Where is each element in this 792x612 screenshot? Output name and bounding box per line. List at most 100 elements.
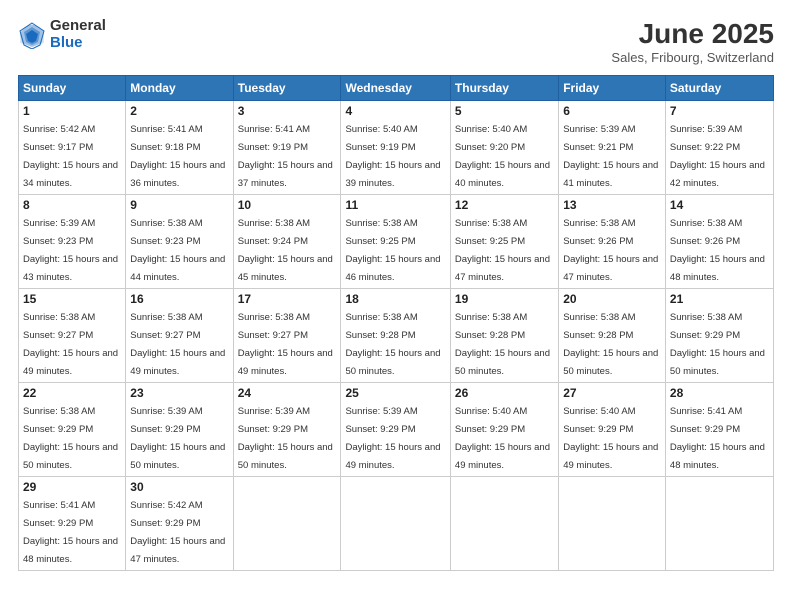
day-info: Sunrise: 5:38 AMSunset: 9:25 PMDaylight:…	[345, 218, 440, 283]
day-number: 6	[563, 104, 661, 118]
th-tuesday: Tuesday	[233, 76, 341, 101]
calendar-table: Sunday Monday Tuesday Wednesday Thursday…	[18, 75, 774, 571]
calendar-week-4: 29 Sunrise: 5:41 AMSunset: 9:29 PMDaylig…	[19, 477, 774, 571]
page: General Blue June 2025 Sales, Fribourg, …	[0, 0, 792, 612]
table-row: 16 Sunrise: 5:38 AMSunset: 9:27 PMDaylig…	[126, 289, 233, 383]
th-thursday: Thursday	[450, 76, 558, 101]
table-row: 27 Sunrise: 5:40 AMSunset: 9:29 PMDaylig…	[559, 383, 666, 477]
day-number: 27	[563, 386, 661, 400]
logo-icon	[18, 21, 46, 49]
th-wednesday: Wednesday	[341, 76, 450, 101]
day-info: Sunrise: 5:38 AMSunset: 9:28 PMDaylight:…	[345, 312, 440, 377]
table-row: 7 Sunrise: 5:39 AMSunset: 9:22 PMDayligh…	[665, 101, 773, 195]
th-sunday: Sunday	[19, 76, 126, 101]
day-info: Sunrise: 5:41 AMSunset: 9:18 PMDaylight:…	[130, 124, 225, 189]
table-row	[450, 477, 558, 571]
table-row: 29 Sunrise: 5:41 AMSunset: 9:29 PMDaylig…	[19, 477, 126, 571]
day-info: Sunrise: 5:41 AMSunset: 9:19 PMDaylight:…	[238, 124, 333, 189]
header: General Blue June 2025 Sales, Fribourg, …	[18, 18, 774, 65]
day-number: 3	[238, 104, 337, 118]
table-row: 18 Sunrise: 5:38 AMSunset: 9:28 PMDaylig…	[341, 289, 450, 383]
day-info: Sunrise: 5:38 AMSunset: 9:27 PMDaylight:…	[23, 312, 118, 377]
table-row: 13 Sunrise: 5:38 AMSunset: 9:26 PMDaylig…	[559, 195, 666, 289]
table-row: 17 Sunrise: 5:38 AMSunset: 9:27 PMDaylig…	[233, 289, 341, 383]
day-number: 12	[455, 198, 554, 212]
day-info: Sunrise: 5:42 AMSunset: 9:29 PMDaylight:…	[130, 500, 225, 565]
table-row: 24 Sunrise: 5:39 AMSunset: 9:29 PMDaylig…	[233, 383, 341, 477]
day-info: Sunrise: 5:38 AMSunset: 9:27 PMDaylight:…	[238, 312, 333, 377]
day-info: Sunrise: 5:40 AMSunset: 9:19 PMDaylight:…	[345, 124, 440, 189]
calendar-title: June 2025	[611, 18, 774, 50]
day-info: Sunrise: 5:38 AMSunset: 9:26 PMDaylight:…	[670, 218, 765, 283]
table-row: 6 Sunrise: 5:39 AMSunset: 9:21 PMDayligh…	[559, 101, 666, 195]
day-number: 7	[670, 104, 769, 118]
day-number: 5	[455, 104, 554, 118]
day-number: 28	[670, 386, 769, 400]
logo-text: General Blue	[50, 18, 106, 51]
title-block: June 2025 Sales, Fribourg, Switzerland	[611, 18, 774, 65]
day-number: 10	[238, 198, 337, 212]
day-info: Sunrise: 5:41 AMSunset: 9:29 PMDaylight:…	[23, 500, 118, 565]
day-number: 17	[238, 292, 337, 306]
table-row: 2 Sunrise: 5:41 AMSunset: 9:18 PMDayligh…	[126, 101, 233, 195]
table-row: 5 Sunrise: 5:40 AMSunset: 9:20 PMDayligh…	[450, 101, 558, 195]
day-number: 24	[238, 386, 337, 400]
day-number: 15	[23, 292, 121, 306]
day-info: Sunrise: 5:38 AMSunset: 9:26 PMDaylight:…	[563, 218, 658, 283]
day-number: 1	[23, 104, 121, 118]
day-number: 29	[23, 480, 121, 494]
table-row	[559, 477, 666, 571]
table-row	[341, 477, 450, 571]
day-number: 11	[345, 198, 445, 212]
day-info: Sunrise: 5:41 AMSunset: 9:29 PMDaylight:…	[670, 406, 765, 471]
day-info: Sunrise: 5:38 AMSunset: 9:24 PMDaylight:…	[238, 218, 333, 283]
day-info: Sunrise: 5:42 AMSunset: 9:17 PMDaylight:…	[23, 124, 118, 189]
logo-blue: Blue	[50, 35, 106, 52]
table-row: 9 Sunrise: 5:38 AMSunset: 9:23 PMDayligh…	[126, 195, 233, 289]
header-row: Sunday Monday Tuesday Wednesday Thursday…	[19, 76, 774, 101]
table-row	[665, 477, 773, 571]
calendar-week-1: 8 Sunrise: 5:39 AMSunset: 9:23 PMDayligh…	[19, 195, 774, 289]
table-row: 12 Sunrise: 5:38 AMSunset: 9:25 PMDaylig…	[450, 195, 558, 289]
th-saturday: Saturday	[665, 76, 773, 101]
logo-general: General	[50, 18, 106, 35]
calendar-week-3: 22 Sunrise: 5:38 AMSunset: 9:29 PMDaylig…	[19, 383, 774, 477]
day-info: Sunrise: 5:38 AMSunset: 9:23 PMDaylight:…	[130, 218, 225, 283]
calendar-subtitle: Sales, Fribourg, Switzerland	[611, 50, 774, 65]
day-info: Sunrise: 5:38 AMSunset: 9:28 PMDaylight:…	[455, 312, 550, 377]
table-row: 14 Sunrise: 5:38 AMSunset: 9:26 PMDaylig…	[665, 195, 773, 289]
day-info: Sunrise: 5:39 AMSunset: 9:29 PMDaylight:…	[130, 406, 225, 471]
day-number: 8	[23, 198, 121, 212]
day-info: Sunrise: 5:38 AMSunset: 9:29 PMDaylight:…	[23, 406, 118, 471]
day-number: 4	[345, 104, 445, 118]
table-row: 15 Sunrise: 5:38 AMSunset: 9:27 PMDaylig…	[19, 289, 126, 383]
day-number: 25	[345, 386, 445, 400]
day-number: 18	[345, 292, 445, 306]
table-row: 30 Sunrise: 5:42 AMSunset: 9:29 PMDaylig…	[126, 477, 233, 571]
table-row: 11 Sunrise: 5:38 AMSunset: 9:25 PMDaylig…	[341, 195, 450, 289]
day-info: Sunrise: 5:39 AMSunset: 9:22 PMDaylight:…	[670, 124, 765, 189]
day-info: Sunrise: 5:39 AMSunset: 9:21 PMDaylight:…	[563, 124, 658, 189]
th-monday: Monday	[126, 76, 233, 101]
table-row: 10 Sunrise: 5:38 AMSunset: 9:24 PMDaylig…	[233, 195, 341, 289]
day-number: 26	[455, 386, 554, 400]
calendar-week-2: 15 Sunrise: 5:38 AMSunset: 9:27 PMDaylig…	[19, 289, 774, 383]
day-info: Sunrise: 5:39 AMSunset: 9:29 PMDaylight:…	[238, 406, 333, 471]
table-row: 1 Sunrise: 5:42 AMSunset: 9:17 PMDayligh…	[19, 101, 126, 195]
table-row: 26 Sunrise: 5:40 AMSunset: 9:29 PMDaylig…	[450, 383, 558, 477]
day-info: Sunrise: 5:40 AMSunset: 9:29 PMDaylight:…	[455, 406, 550, 471]
day-number: 22	[23, 386, 121, 400]
table-row: 25 Sunrise: 5:39 AMSunset: 9:29 PMDaylig…	[341, 383, 450, 477]
table-row	[233, 477, 341, 571]
day-number: 20	[563, 292, 661, 306]
day-number: 16	[130, 292, 228, 306]
logo: General Blue	[18, 18, 106, 51]
table-row: 3 Sunrise: 5:41 AMSunset: 9:19 PMDayligh…	[233, 101, 341, 195]
day-number: 13	[563, 198, 661, 212]
day-info: Sunrise: 5:38 AMSunset: 9:28 PMDaylight:…	[563, 312, 658, 377]
table-row: 8 Sunrise: 5:39 AMSunset: 9:23 PMDayligh…	[19, 195, 126, 289]
day-number: 21	[670, 292, 769, 306]
table-row: 21 Sunrise: 5:38 AMSunset: 9:29 PMDaylig…	[665, 289, 773, 383]
calendar-week-0: 1 Sunrise: 5:42 AMSunset: 9:17 PMDayligh…	[19, 101, 774, 195]
table-row: 23 Sunrise: 5:39 AMSunset: 9:29 PMDaylig…	[126, 383, 233, 477]
